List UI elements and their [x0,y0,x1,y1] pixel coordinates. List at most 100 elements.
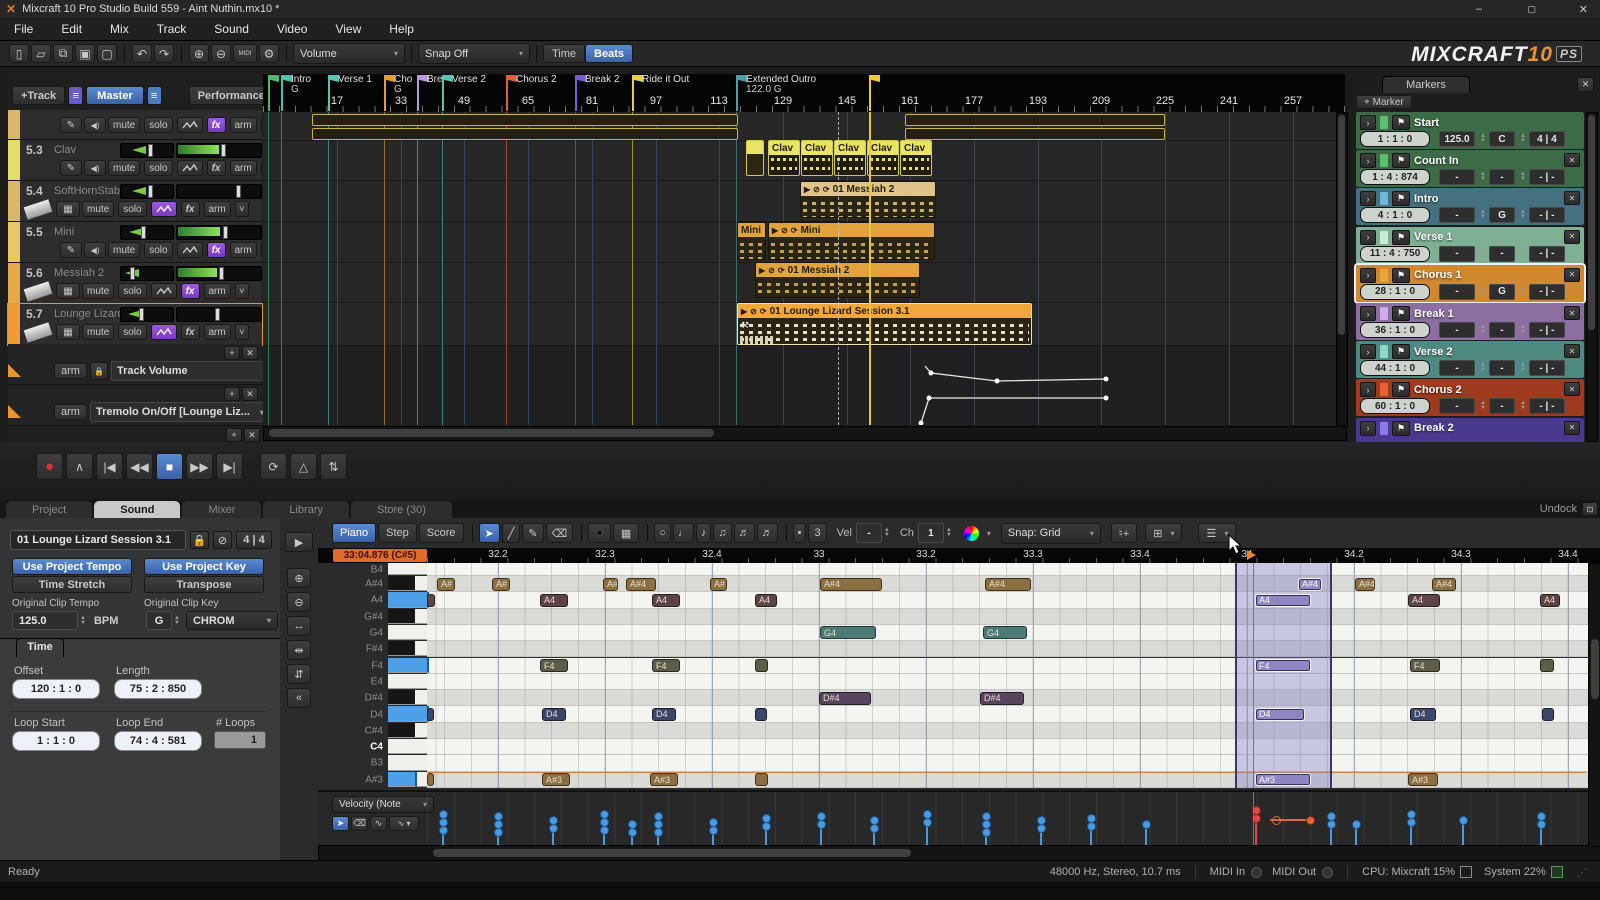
marker-row-count-in[interactable]: ›⚑Count In✕1 : 4 : 874-▲▼-▲▼- | - [1356,150,1584,187]
track-row-5.3[interactable]: 5.3Clav✎◀)mutesolofxarm˅ [8,140,262,181]
monitor-icon[interactable]: ◀) [84,117,106,133]
volume-slider[interactable] [176,307,262,322]
audio-clip[interactable] [312,128,738,140]
clip-header-icon[interactable]: ⟳ [778,266,785,275]
velocity-dot[interactable] [628,828,637,837]
timeline-hscrollbar-handle[interactable] [269,429,714,437]
marker-close-icon[interactable]: ✕ [1564,421,1580,435]
automation-lane[interactable]: +✕armTremolo On/Off [Lounge Liz...▾ [8,385,262,426]
midi-editor-icon[interactable]: MIDI [233,44,257,63]
clip-header-icon[interactable]: ⊘ [813,185,820,194]
offset-field[interactable]: 120 : 1 : 0 [12,679,100,699]
track-more-icon[interactable]: ˅ [261,160,262,176]
marker-tempo-field[interactable]: 125.0 [1439,131,1475,147]
expand-icon[interactable]: › [1360,191,1376,206]
marker-time-field[interactable]: 1 : 1 : 0 [1360,131,1430,147]
fx-button[interactable]: fx [207,160,226,176]
draw-icon[interactable]: ✎ [60,242,82,258]
solo-button[interactable]: solo [118,201,146,217]
add-marker-button[interactable]: + Marker [1356,95,1412,109]
snap-dropdown[interactable]: Snap Off▾ [418,43,530,64]
midi-note-As4[interactable]: A#4 [985,578,1031,591]
undock-label[interactable]: Undock [1540,503,1577,515]
midi-note-A4[interactable]: A4 [540,594,568,607]
key-stepper[interactable]: ▲▼ [1520,172,1526,182]
master-menu-icon[interactable]: ≡ [147,86,162,105]
tempo-stepper[interactable]: ▲▼ [1480,172,1486,182]
midi-note-D4[interactable]: D4 [542,708,566,721]
metronome-button[interactable]: △ [290,453,317,480]
key-stepper[interactable]: ▲▼ [1520,210,1526,220]
record-button[interactable]: ● [36,453,63,480]
master-button[interactable]: Master [86,86,143,105]
ch-stepper[interactable]: ▲▼ [946,528,952,538]
velocity-dot[interactable] [709,826,718,835]
velocity-dot[interactable] [870,824,879,833]
stop-button[interactable]: ■ [156,453,183,480]
vel-stepper[interactable]: ▲▼ [884,528,890,538]
track-more-icon[interactable]: ˅ [235,283,249,299]
white-key[interactable] [388,563,427,575]
marker-key-field[interactable]: G [1489,207,1515,223]
midi-note-As3[interactable]: A#3 [542,773,570,786]
vel-field[interactable]: - [856,523,882,543]
menu-mix[interactable]: Mix [110,22,129,36]
mode-score[interactable]: Score [419,523,464,543]
marker-key-field[interactable]: - [1489,360,1515,376]
menu-view[interactable]: View [335,22,361,36]
midi-note-F4[interactable]: F4 [652,659,680,672]
marker-row-chorus-2[interactable]: ›⚑Chorus 2✕60 : 1 : 0-▲▼-▲▼- | - [1356,379,1584,416]
pan-slider[interactable] [120,184,174,199]
midi-note-As4[interactable]: A#4 [1298,578,1322,591]
midi-note-G4[interactable]: G4 [983,626,1027,639]
tab-library[interactable]: Library [263,501,349,518]
automation-icon[interactable] [177,242,203,258]
marker-meter-field[interactable]: - | - [1529,284,1565,300]
piano-vscrollbar[interactable] [1588,563,1600,847]
key-stepper[interactable]: ▲▼ [1520,249,1526,259]
volume-handle[interactable] [236,185,241,198]
tab-store[interactable]: Store (30) [351,501,452,518]
timeline-marker-flag[interactable]: Break 2 [575,75,586,82]
velocity-dot[interactable] [923,818,932,827]
velocity-dot[interactable] [762,822,771,831]
remove-lane-icon[interactable]: ✕ [242,387,258,401]
punch-io-button[interactable]: ⇅ [320,453,347,480]
expand-icon[interactable]: › [1360,382,1376,397]
marker-time-field[interactable]: 28 : 1 : 0 [1360,284,1430,300]
expand-icon[interactable]: › [1360,421,1376,436]
fx-button[interactable]: fx [181,283,200,299]
markers-vscrollbar[interactable] [1586,112,1598,442]
marker-meter-field[interactable]: - | - [1529,398,1565,414]
black-key[interactable] [388,609,415,624]
undock-icon[interactable]: ⊡ [1582,502,1598,516]
solo-button[interactable]: solo [144,242,172,258]
white-key[interactable] [388,674,427,689]
use-project-key-button[interactable]: Use Project Key [144,558,264,575]
midi-note-Ds4[interactable]: D#4 [980,692,1024,705]
tab-mixer[interactable]: Mixer [182,501,261,518]
clip-header-icon[interactable]: ▶ [741,307,747,316]
midi-note[interactable] [1540,659,1554,672]
markers-vscrollbar-handle[interactable] [1588,115,1595,330]
piano-key-C4[interactable]: C4 [318,739,427,755]
marker-close-icon[interactable]: ✕ [1564,344,1580,358]
piano-key-D4[interactable]: D4 [318,706,427,722]
piano-editor-icon[interactable]: ▦ [56,201,80,217]
pan-slider[interactable] [120,266,174,281]
tracks-vscrollbar-handle[interactable] [1338,115,1345,335]
track-more-icon[interactable]: ˅ [235,201,249,217]
arm-button[interactable]: arm [230,160,257,176]
midi-note-As[interactable]: A# [603,578,618,591]
white-key[interactable] [388,658,429,673]
mute-button[interactable]: mute [82,201,114,217]
velocity-ramp-start[interactable] [1272,816,1281,825]
arm-button[interactable]: arm [204,283,231,299]
volume-slider[interactable] [176,266,262,281]
draw-icon[interactable]: ✎ [60,160,82,176]
audio-clip[interactable] [312,114,738,126]
mute-button[interactable]: mute [108,117,140,133]
remove-lane-icon[interactable]: ✕ [244,428,260,442]
monitor-icon[interactable]: ◀) [84,160,106,176]
piano-key-B4[interactable]: B4 [318,563,427,576]
